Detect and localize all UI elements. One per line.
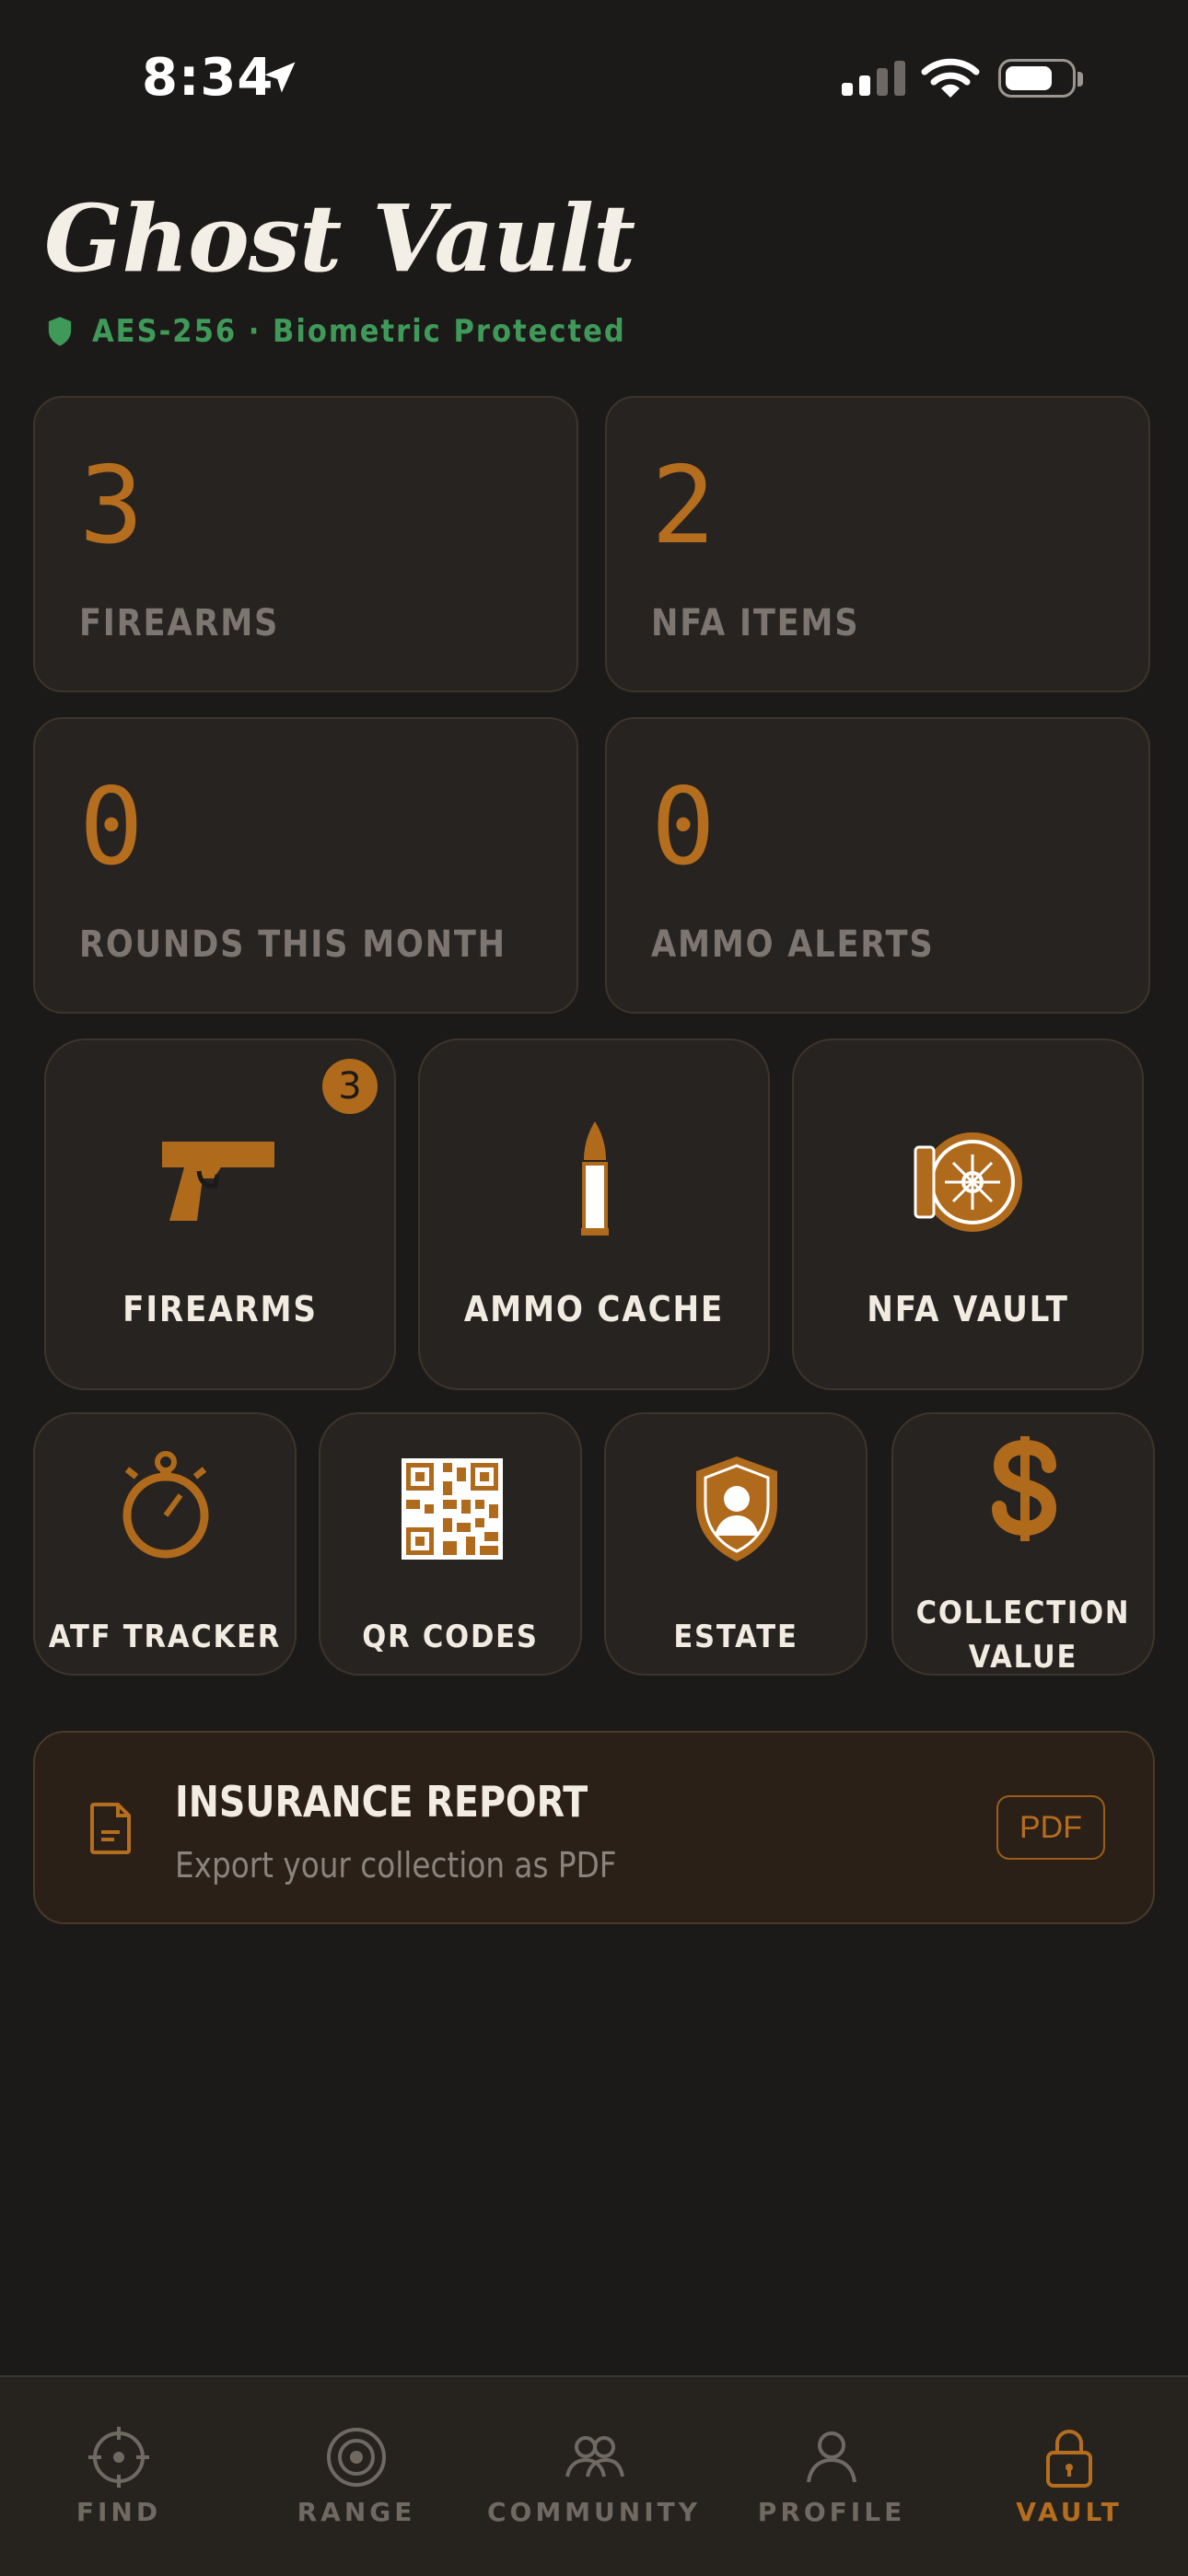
qr-code-icon bbox=[402, 1458, 503, 1560]
tile-qr-codes[interactable]: QR CODES bbox=[319, 1412, 582, 1676]
stat-card-firearms[interactable]: 3 FIREARMS bbox=[33, 396, 578, 692]
lock-icon bbox=[1046, 2430, 1092, 2488]
bullet-icon bbox=[581, 1121, 609, 1236]
stat-value: 2 bbox=[651, 444, 716, 568]
stat-card-ammo-alerts[interactable]: 0 AMMO ALERTS bbox=[605, 717, 1150, 1014]
status-bar: 8:34 bbox=[0, 0, 1188, 157]
wifi-icon bbox=[921, 58, 980, 98]
tab-community[interactable]: COMMUNITY bbox=[475, 2377, 713, 2576]
tile-label: ESTATE bbox=[673, 1619, 798, 1655]
tab-label: COMMUNITY bbox=[486, 2497, 702, 2527]
tile-ammo-cache[interactable]: AMMO CACHE bbox=[418, 1039, 770, 1390]
tile-firearms[interactable]: 3 FIREARMS bbox=[44, 1039, 396, 1390]
tile-label: NFA VAULT bbox=[867, 1289, 1069, 1329]
tab-find[interactable]: FIND bbox=[0, 2377, 238, 2576]
location-arrow-icon bbox=[264, 62, 296, 93]
tab-label: VAULT bbox=[1016, 2497, 1123, 2527]
pdf-export-button[interactable]: PDF bbox=[996, 1795, 1105, 1860]
stat-value: 3 bbox=[79, 444, 144, 568]
shield-icon bbox=[48, 317, 72, 346]
community-icon bbox=[565, 2436, 624, 2477]
tile-label: FIREARMS bbox=[122, 1289, 318, 1329]
stat-label: FIREARMS bbox=[79, 602, 280, 644]
tab-bar: FIND RANGE COMMUNITY PROFILE VAULT bbox=[0, 2375, 1188, 2576]
security-status: AES-256 · Biometric Protected bbox=[46, 313, 626, 350]
dollar-icon bbox=[992, 1436, 1057, 1541]
tab-vault[interactable]: VAULT bbox=[950, 2377, 1188, 2576]
profile-icon bbox=[807, 2431, 856, 2483]
tile-label: ATF TRACKER bbox=[48, 1619, 282, 1655]
stat-value: 0 bbox=[651, 765, 716, 889]
cellular-signal-icon bbox=[842, 61, 905, 96]
report-title: INSURANCE REPORT bbox=[175, 1777, 588, 1827]
stat-label: NFA ITEMS bbox=[651, 602, 860, 644]
stopwatch-icon bbox=[122, 1451, 209, 1559]
tile-atf-tracker[interactable]: ATF TRACKER bbox=[33, 1412, 297, 1676]
tile-label: QR CODES bbox=[362, 1619, 539, 1655]
tile-label: COLLECTION bbox=[915, 1595, 1131, 1631]
pistol-icon bbox=[162, 1142, 274, 1221]
stat-label: AMMO ALERTS bbox=[651, 923, 935, 966]
tile-nfa-vault[interactable]: NFA VAULT bbox=[792, 1039, 1144, 1390]
battery-icon bbox=[998, 59, 1076, 98]
tab-label: FIND bbox=[76, 2497, 162, 2527]
tile-collection-value[interactable]: COLLECTION VALUE bbox=[891, 1412, 1155, 1676]
firearms-count-badge: 3 bbox=[322, 1059, 378, 1114]
tile-estate[interactable]: ESTATE bbox=[604, 1412, 868, 1676]
stat-card-rounds-this-month[interactable]: 0 ROUNDS THIS MONTH bbox=[33, 717, 578, 1014]
status-time: 8:34 bbox=[142, 48, 274, 108]
stat-card-nfa-items[interactable]: 2 NFA ITEMS bbox=[605, 396, 1150, 692]
tile-label: AMMO CACHE bbox=[463, 1289, 725, 1329]
tab-range[interactable]: RANGE bbox=[238, 2377, 475, 2576]
battery-tip bbox=[1077, 72, 1083, 87]
target-icon bbox=[327, 2428, 386, 2487]
crosshair-icon bbox=[88, 2427, 149, 2488]
stat-value: 0 bbox=[79, 765, 144, 889]
tab-label: PROFILE bbox=[757, 2497, 906, 2527]
tab-label: RANGE bbox=[297, 2497, 416, 2527]
tab-profile[interactable]: PROFILE bbox=[713, 2377, 950, 2576]
stat-label: ROUNDS THIS MONTH bbox=[79, 923, 507, 966]
insurance-report-card[interactable]: INSURANCE REPORT Export your collection … bbox=[33, 1731, 1155, 1924]
report-subtitle: Export your collection as PDF bbox=[175, 1845, 617, 1886]
page-title: Ghost Vault bbox=[44, 184, 635, 293]
shield-person-icon bbox=[696, 1456, 777, 1561]
tile-label-line2: VALUE bbox=[968, 1639, 1078, 1676]
document-icon bbox=[90, 1803, 131, 1854]
security-label: AES-256 · Biometric Protected bbox=[92, 313, 626, 350]
vault-icon bbox=[914, 1132, 1022, 1232]
